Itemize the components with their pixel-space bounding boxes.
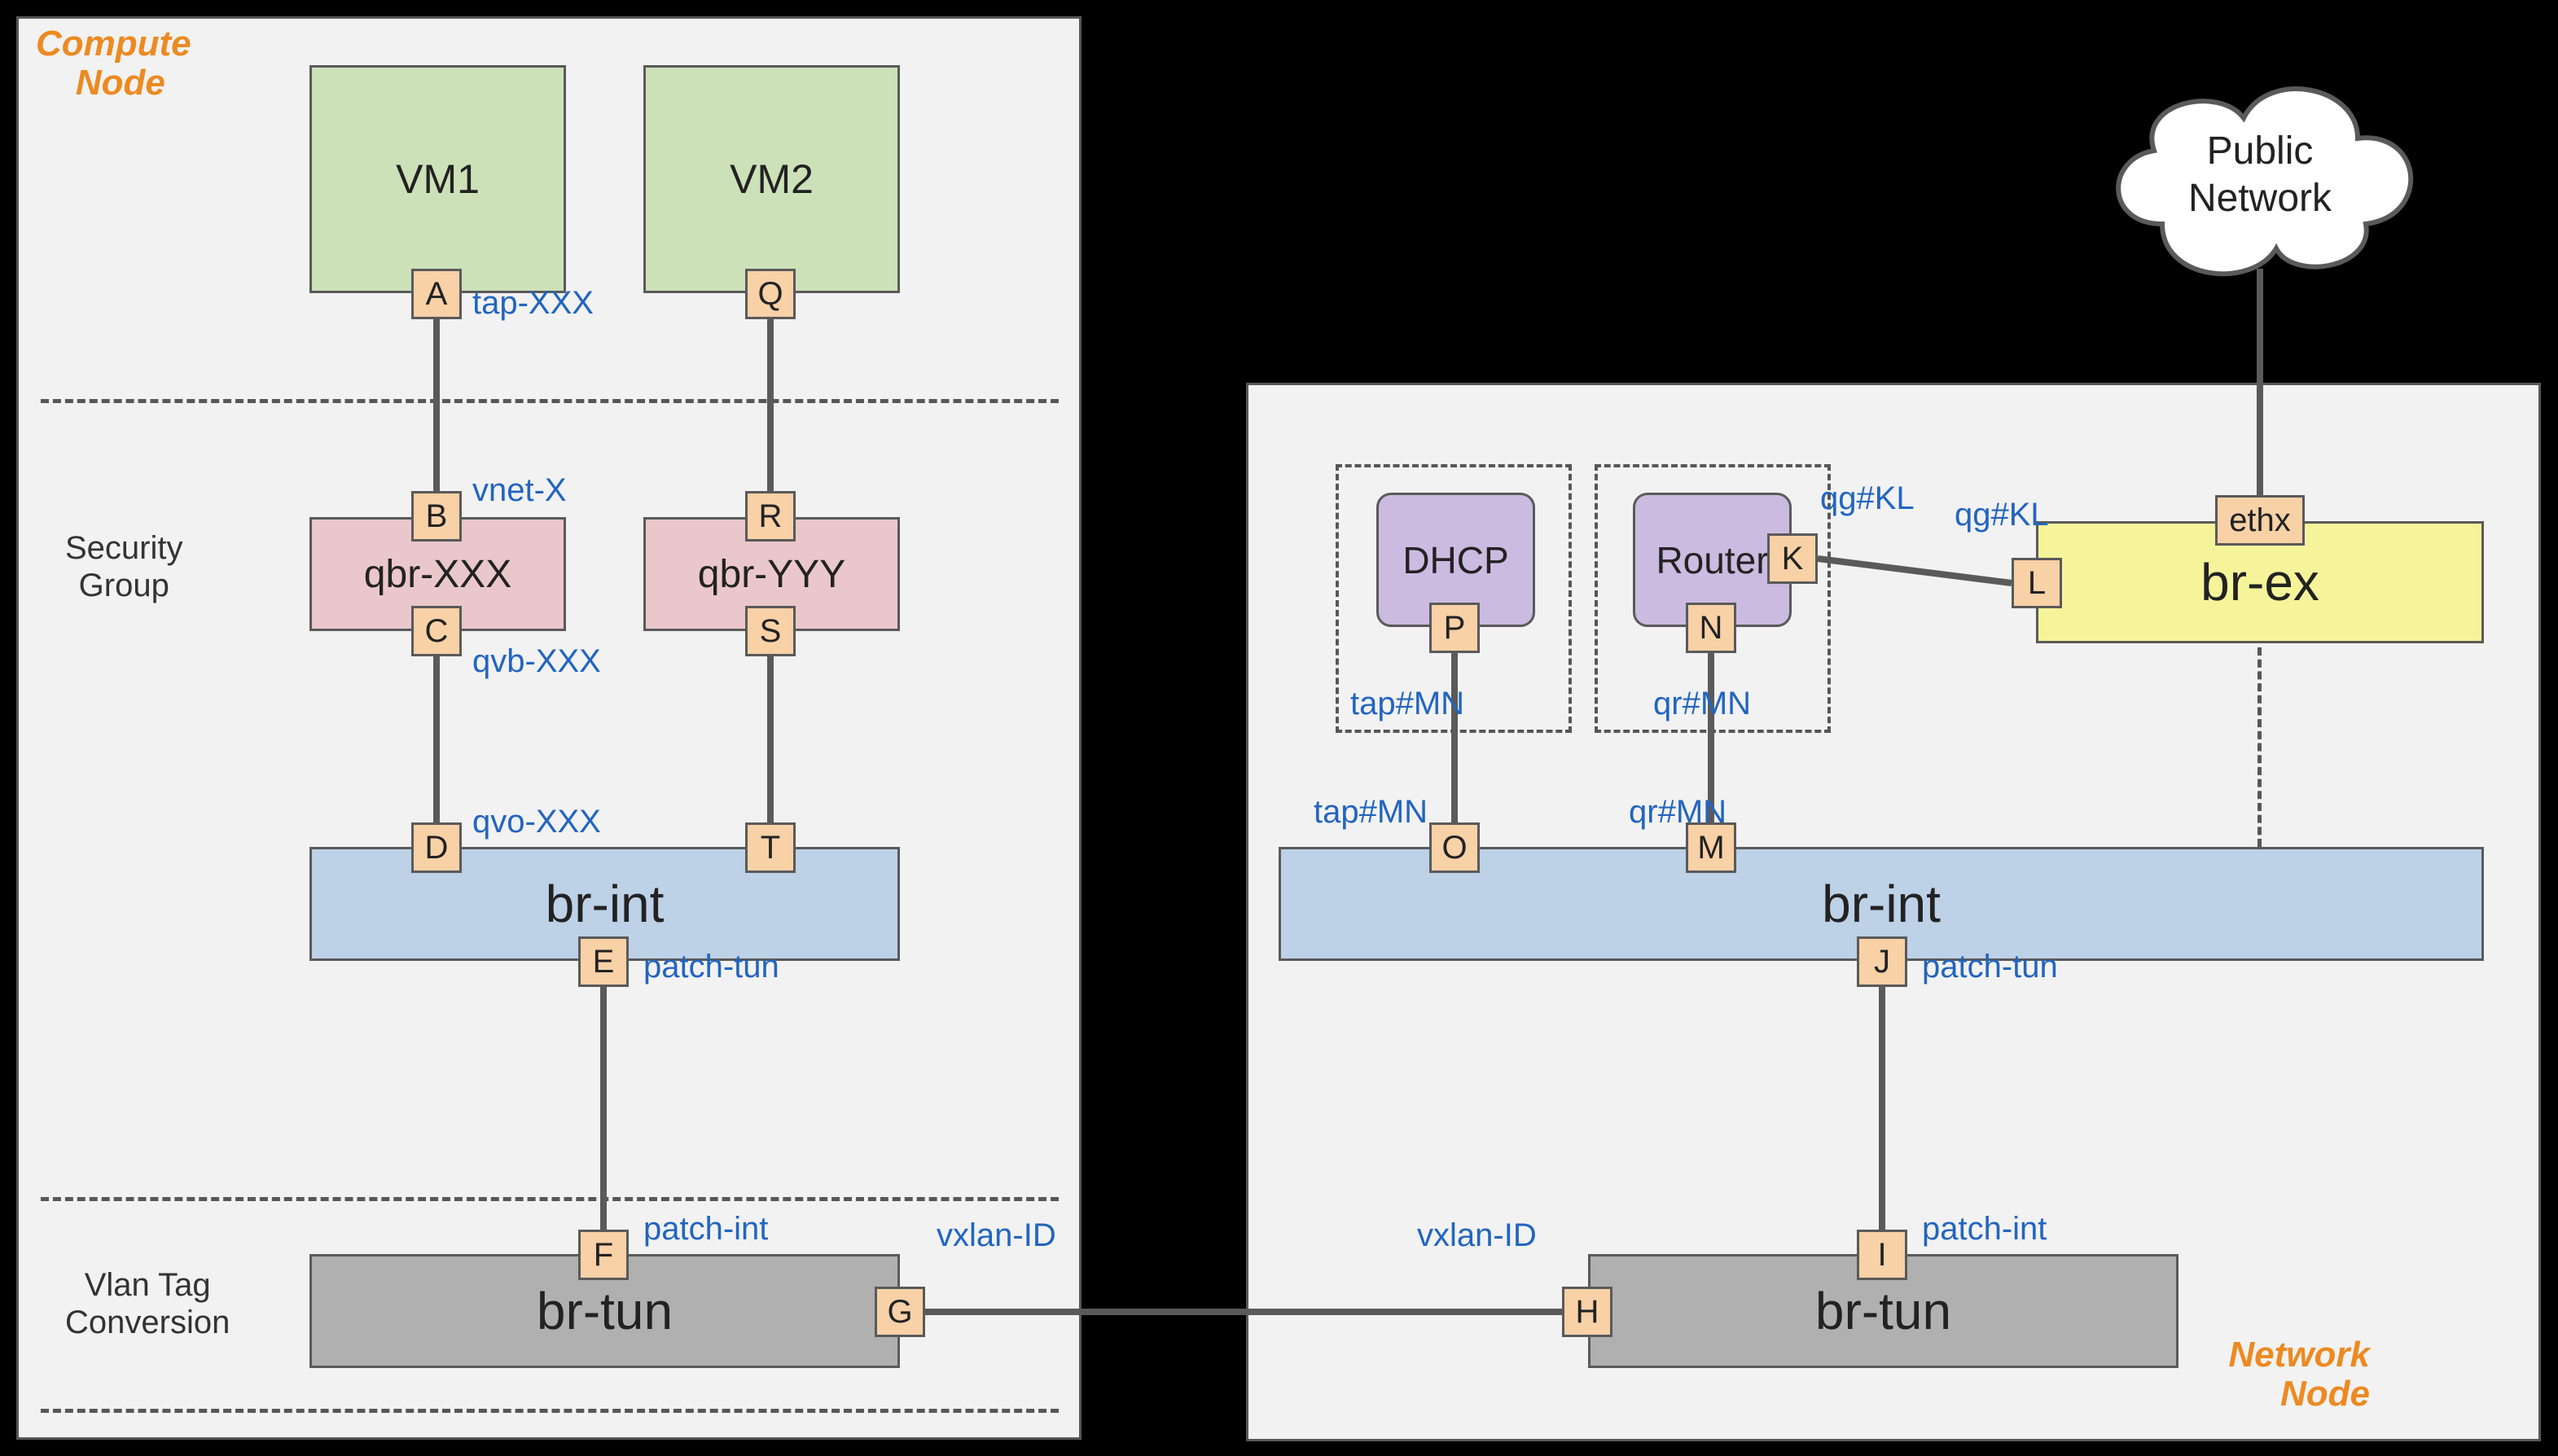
lbl-qr-mn-up: qr#MN: [1653, 686, 1751, 722]
br-ex-dashed-down: [2257, 647, 2262, 847]
port-f-label: F: [594, 1237, 613, 1274]
port-k: K: [1767, 533, 1818, 584]
lbl-vnet-x: vnet-X: [472, 472, 567, 509]
port-a: A: [411, 269, 462, 319]
port-m: M: [1686, 822, 1736, 873]
port-n: N: [1686, 603, 1736, 653]
port-t-label: T: [761, 830, 780, 866]
port-r: R: [745, 491, 796, 542]
cloud-line1: Public: [2207, 128, 2314, 175]
port-n-label: N: [1700, 610, 1723, 647]
router-label: Router: [1656, 538, 1768, 582]
compute-br-tun-label: br-tun: [537, 1281, 673, 1341]
port-q: Q: [745, 269, 796, 319]
compute-node-title: Compute Node: [36, 24, 191, 103]
port-p: P: [1429, 603, 1480, 653]
lbl-patch-int-network: patch-int: [1922, 1211, 2047, 1248]
port-o-label: O: [1441, 830, 1467, 866]
port-h: H: [1562, 1287, 1612, 1337]
port-e: E: [578, 936, 629, 987]
dhcp-label: DHCP: [1402, 538, 1508, 582]
lbl-qvb-xxx: qvb-XXX: [472, 643, 601, 680]
port-ethx: ethx: [2215, 495, 2305, 546]
compute-divider-1: [41, 399, 1059, 403]
lbl-patch-tun-network: patch-tun: [1922, 949, 2058, 985]
port-k-label: K: [1782, 541, 1804, 577]
network-br-int-label: br-int: [1822, 874, 1941, 934]
port-g: G: [875, 1287, 925, 1337]
port-f: F: [578, 1230, 629, 1280]
port-g-label: G: [887, 1294, 912, 1331]
port-j-label: J: [1874, 944, 1890, 980]
network-br-tun-label: br-tun: [1815, 1281, 1951, 1341]
lbl-vxlan-id-network: vxlan-ID: [1417, 1217, 1537, 1254]
network-node-title: Network Node: [2210, 1335, 2370, 1414]
port-b-label: B: [426, 498, 448, 535]
port-m-label: M: [1697, 830, 1724, 866]
port-l: L: [2012, 558, 2062, 608]
port-q-label: Q: [757, 276, 783, 313]
vm2-box: VM2: [643, 65, 900, 293]
port-s-label: S: [760, 613, 782, 650]
lbl-vxlan-id-compute: vxlan-ID: [937, 1217, 1056, 1254]
compute-br-int-label: br-int: [546, 874, 665, 934]
lbl-qg-kl-1: qg#KL: [1820, 480, 1915, 517]
port-c-label: C: [425, 613, 449, 650]
port-d: D: [411, 822, 462, 873]
compute-divider-3: [41, 1409, 1059, 1413]
port-j: J: [1857, 936, 1907, 987]
port-r-label: R: [759, 498, 783, 535]
port-s: S: [745, 606, 796, 656]
qbr-xxx-label: qbr-XXX: [364, 552, 511, 597]
security-group-label: Security Group: [65, 529, 183, 604]
port-b: B: [411, 491, 462, 542]
cloud-line2: Network: [2188, 175, 2332, 222]
lbl-qg-kl-2: qg#KL: [1955, 497, 2049, 533]
port-c: C: [411, 606, 462, 656]
lbl-tap-mn-low: tap#MN: [1314, 794, 1428, 831]
br-ex-label: br-ex: [2200, 552, 2319, 612]
port-i-label: I: [1877, 1237, 1886, 1274]
port-ethx-label: ethx: [2229, 502, 2291, 539]
port-p-label: P: [1444, 610, 1466, 647]
lbl-patch-int-compute: patch-int: [643, 1211, 768, 1248]
lbl-patch-tun-compute: patch-tun: [643, 949, 779, 985]
port-o: O: [1429, 822, 1480, 873]
vm1-label: VM1: [396, 156, 480, 203]
port-a-label: A: [426, 276, 448, 313]
vm1-box: VM1: [309, 65, 566, 293]
public-network-cloud: Public Network: [2089, 61, 2431, 289]
cloud-text: Public Network: [2089, 61, 2431, 289]
vm2-label: VM2: [730, 156, 814, 203]
qbr-yyy-label: qbr-YYY: [698, 552, 845, 597]
vlan-tag-label: Vlan Tag Conversion: [65, 1266, 230, 1341]
port-l-label: L: [2028, 565, 2046, 602]
port-t: T: [745, 822, 796, 873]
port-e-label: E: [593, 944, 615, 980]
lbl-tap-mn-up: tap#MN: [1350, 686, 1464, 722]
port-d-label: D: [425, 830, 449, 866]
lbl-qvo-xxx: qvo-XXX: [472, 804, 601, 840]
diagram-stage: Compute Node Security Group Vlan Tag Con…: [0, 0, 2558, 1456]
lbl-tap-xxx: tap-XXX: [472, 285, 594, 322]
port-h-label: H: [1576, 1294, 1599, 1331]
port-i: I: [1857, 1230, 1907, 1280]
compute-divider-2: [41, 1197, 1059, 1201]
